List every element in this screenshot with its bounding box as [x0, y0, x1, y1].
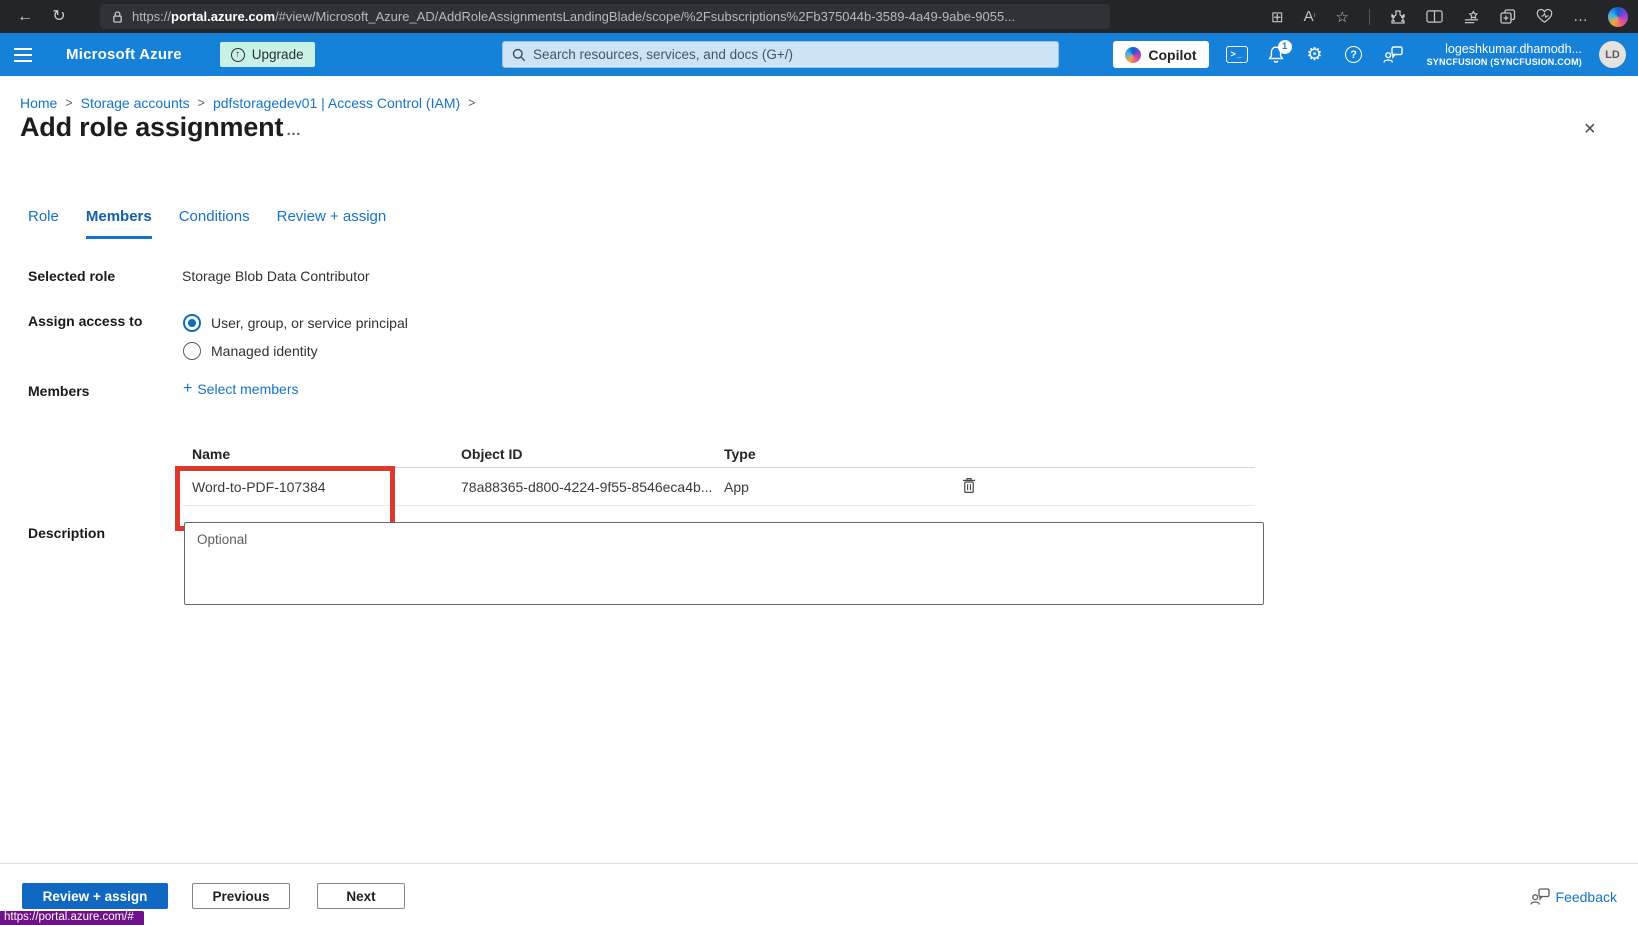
multiple-windows-icon[interactable]	[1500, 9, 1516, 25]
radio-selected-icon[interactable]	[183, 314, 201, 332]
avatar[interactable]: LD	[1599, 41, 1626, 68]
browser-toolbar: ← ↻ https://portal.azure.com/#view/Micro…	[0, 0, 1638, 33]
settings-gear-icon[interactable]: ⚙	[1304, 43, 1326, 67]
description-label: Description	[28, 525, 105, 541]
browser-action-icons: ⊞ A⁾ ☆ …	[1271, 0, 1628, 33]
apps-grid-icon[interactable]: ⊞	[1271, 8, 1284, 26]
radio-label: User, group, or service principal	[211, 315, 408, 331]
split-screen-icon[interactable]	[1426, 9, 1443, 24]
tab-conditions[interactable]: Conditions	[179, 208, 250, 239]
toolbar-divider	[1369, 9, 1370, 25]
extensions-icon[interactable]	[1390, 9, 1406, 25]
upgrade-label: Upgrade	[252, 47, 304, 62]
azure-header: Microsoft Azure ↑ Upgrade Copilot >_ 1 ⚙…	[0, 33, 1638, 76]
status-bar-url: https://portal.azure.com/#	[0, 911, 144, 925]
radio-label: Managed identity	[211, 343, 318, 359]
member-type: App	[724, 479, 749, 495]
notifications-bell-icon[interactable]: 1	[1265, 43, 1287, 67]
review-assign-button[interactable]: Review + assign	[22, 883, 168, 909]
breadcrumb-separator: >	[65, 96, 72, 110]
tab-role[interactable]: Role	[28, 208, 59, 239]
tab-bar: Role Members Conditions Review + assign	[28, 208, 386, 239]
next-button[interactable]: Next	[317, 883, 405, 909]
close-icon[interactable]: ×	[1584, 118, 1596, 141]
url-text[interactable]: https://portal.azure.com/#view/Microsoft…	[132, 9, 1015, 24]
favorites-star-icon[interactable]: ☆	[1336, 8, 1349, 26]
description-textarea[interactable]	[184, 522, 1264, 605]
search-input[interactable]	[533, 47, 1049, 62]
col-object-id: Object ID	[461, 446, 522, 462]
copilot-button[interactable]: Copilot	[1113, 41, 1208, 68]
breadcrumb-home[interactable]: Home	[20, 95, 57, 111]
read-aloud-icon[interactable]: A⁾	[1304, 8, 1316, 25]
page-title: Add role assignment	[20, 112, 283, 143]
url-host: portal.azure.com	[171, 9, 275, 24]
search-icon	[512, 48, 526, 62]
account-name: logeshkumar.dhamodh...	[1427, 42, 1582, 57]
member-name: Word-to-PDF-107384	[192, 479, 326, 495]
select-members-text: Select members	[197, 381, 298, 397]
account-info[interactable]: logeshkumar.dhamodh... SYNCFUSION (SYNCF…	[1427, 42, 1582, 68]
cloud-shell-icon[interactable]: >_	[1226, 43, 1248, 67]
col-name: Name	[192, 446, 230, 462]
selected-role-value: Storage Blob Data Contributor	[182, 268, 370, 284]
url-scheme: https://	[132, 9, 171, 24]
delete-member-icon[interactable]	[962, 477, 976, 497]
members-table-header: Name Object ID Type	[182, 440, 1255, 468]
portal-menu-icon[interactable]	[0, 48, 46, 62]
global-search-box[interactable]	[502, 41, 1059, 68]
radio-user-group-service-principal[interactable]: User, group, or service principal	[183, 314, 408, 332]
help-icon[interactable]: ?	[1343, 43, 1365, 67]
copilot-label: Copilot	[1148, 47, 1196, 63]
breadcrumb-separator: >	[198, 96, 205, 110]
col-type: Type	[724, 446, 756, 462]
notification-badge: 1	[1278, 40, 1292, 54]
feedback-link[interactable]: Feedback	[1530, 888, 1617, 906]
upgrade-button[interactable]: ↑ Upgrade	[220, 42, 315, 67]
browser-essentials-icon[interactable]	[1536, 9, 1553, 24]
azure-header-actions: Copilot >_ 1 ⚙ ? logeshkumar.dhamodh... …	[1113, 33, 1630, 76]
upgrade-arrow-icon: ↑	[231, 48, 245, 62]
feedback-person-icon	[1530, 888, 1550, 906]
radio-managed-identity[interactable]: Managed identity	[183, 342, 318, 360]
breadcrumb: Home > Storage accounts > pdfstoragedev0…	[20, 95, 483, 111]
edge-copilot-icon[interactable]	[1608, 7, 1628, 27]
table-row: Word-to-PDF-107384 78a88365-d800-4224-9f…	[182, 468, 1255, 506]
browser-settings-icon[interactable]: …	[1573, 8, 1588, 25]
breadcrumb-resource-iam[interactable]: pdfstoragedev01 | Access Control (IAM)	[213, 95, 460, 111]
collections-icon[interactable]	[1463, 9, 1480, 25]
feedback-person-icon[interactable]	[1382, 43, 1404, 67]
select-members-link[interactable]: + Select members	[183, 381, 299, 397]
breadcrumb-separator: >	[468, 96, 475, 110]
breadcrumb-storage-accounts[interactable]: Storage accounts	[81, 95, 190, 111]
members-label: Members	[28, 383, 89, 399]
refresh-icon[interactable]: ↻	[42, 0, 76, 33]
previous-button[interactable]: Previous	[192, 883, 290, 909]
copilot-logo-icon	[1125, 47, 1141, 63]
assign-access-to-label: Assign access to	[28, 313, 142, 329]
selected-role-label: Selected role	[28, 268, 115, 284]
address-bar[interactable]: https://portal.azure.com/#view/Microsoft…	[100, 4, 1110, 29]
radio-unselected-icon[interactable]	[183, 342, 201, 360]
plus-icon: +	[183, 382, 192, 396]
url-path: /#view/Microsoft_Azure_AD/AddRoleAssignm…	[275, 9, 1015, 24]
back-icon[interactable]: ←	[8, 0, 42, 33]
member-object-id: 78a88365-d800-4224-9f55-8546eca4b...	[461, 479, 712, 495]
tab-review-assign[interactable]: Review + assign	[277, 208, 387, 239]
feedback-label: Feedback	[1556, 889, 1617, 905]
footer-divider	[0, 863, 1638, 864]
azure-brand[interactable]: Microsoft Azure	[66, 46, 182, 63]
lock-icon	[112, 10, 123, 24]
members-table: Name Object ID Type Word-to-PDF-107384 7…	[182, 440, 1255, 506]
account-org: SYNCFUSION (SYNCFUSION.COM)	[1427, 57, 1582, 68]
tab-members[interactable]: Members	[86, 208, 152, 239]
title-more-menu-icon[interactable]: …	[286, 122, 302, 139]
